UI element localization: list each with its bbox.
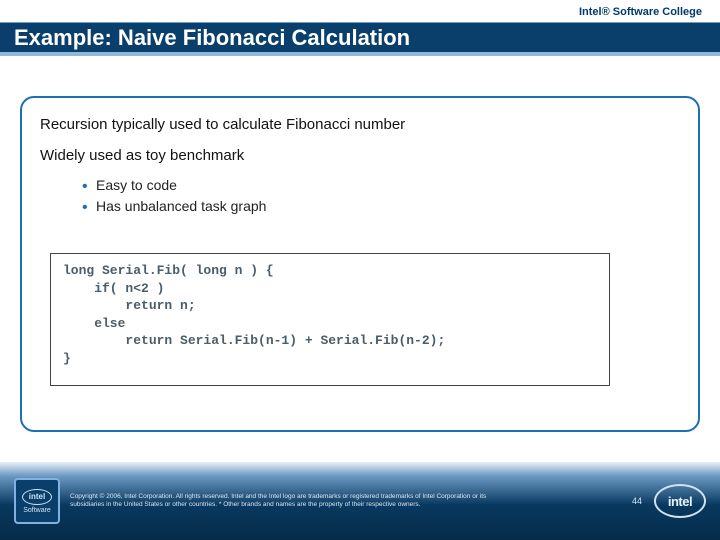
intel-oval-icon: intel (22, 489, 52, 505)
slide-title: Example: Naive Fibonacci Calculation (14, 25, 410, 51)
brand-label: Intel® Software College (579, 6, 702, 18)
lead-line-2: Widely used as toy benchmark (40, 145, 680, 168)
bullet-item: Easy to code (82, 175, 680, 196)
copyright-text: Copyright © 2006, Intel Corporation. All… (70, 493, 490, 509)
footer: intel Software Copyright © 2006, Intel C… (0, 462, 720, 540)
title-bar: Example: Naive Fibonacci Calculation (0, 22, 720, 56)
code-block: long Serial.Fib( long n ) { if( n<2 ) re… (50, 253, 610, 386)
content-panel: Recursion typically used to calculate Fi… (20, 96, 700, 432)
bullet-item: Has unbalanced task graph (82, 196, 680, 217)
lead-line-1: Recursion typically used to calculate Fi… (40, 114, 680, 137)
bullet-list: Easy to code Has unbalanced task graph (82, 175, 680, 217)
header: Intel® Software College Example: Naive F… (0, 0, 720, 68)
intel-logo-icon: intel (654, 484, 706, 518)
intel-software-badge-icon: intel Software (14, 478, 60, 524)
badge-subtext: Software (23, 507, 51, 514)
page-number: 44 (632, 496, 642, 506)
